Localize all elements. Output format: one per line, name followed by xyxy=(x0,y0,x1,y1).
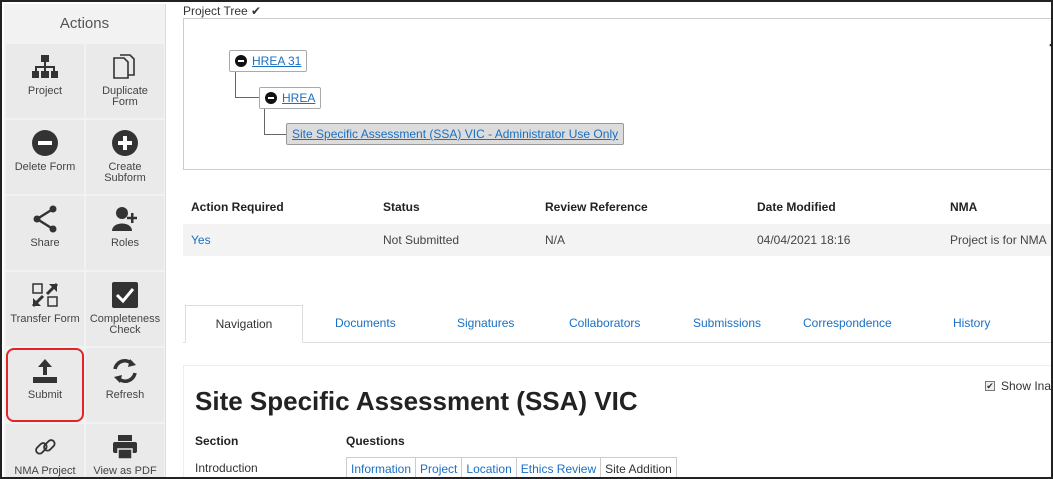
tab-signatures[interactable]: Signatures xyxy=(457,305,514,343)
section-header: Section xyxy=(195,434,239,448)
create-subform-label: Create Subform xyxy=(104,161,146,184)
header-status: Status xyxy=(383,200,420,214)
question-tab-project[interactable]: Project xyxy=(416,458,463,477)
checkbox-icon xyxy=(110,280,140,310)
view-as-pdf-button[interactable]: View as PDF xyxy=(86,424,164,477)
completeness-check-button[interactable]: Completeness Check xyxy=(86,272,164,346)
refresh-label: Refresh xyxy=(105,389,145,401)
checkbox[interactable]: ✔ xyxy=(985,381,995,391)
tree-connector xyxy=(235,72,259,98)
sidebar-title: Actions xyxy=(59,15,110,32)
transfer-form-label: Transfer Form xyxy=(10,313,80,325)
create-subform-button[interactable]: Create Subform xyxy=(86,120,164,194)
hierarchy-icon xyxy=(30,52,60,82)
link-icon xyxy=(30,432,60,462)
view-as-pdf-label: View as PDF xyxy=(93,465,157,477)
date-modified-value: 04/04/2021 18:16 xyxy=(757,233,851,247)
show-inactive-toggle[interactable]: ✔ Show Ina xyxy=(985,379,1051,393)
page-title: Site Specific Assessment (SSA) VIC xyxy=(195,386,638,416)
share-icon xyxy=(30,204,60,234)
review-reference-value: N/A xyxy=(545,233,566,247)
delete-form-button[interactable]: Delete Form xyxy=(6,120,84,194)
project-button[interactable]: Project xyxy=(6,44,84,118)
question-tab-ethics-review[interactable]: Ethics Review xyxy=(516,458,602,477)
status-value: Not Submitted xyxy=(383,233,460,247)
project-label: Project xyxy=(27,85,63,97)
delete-form-label: Delete Form xyxy=(14,161,76,173)
tab-correspondence[interactable]: Correspondence xyxy=(803,305,892,343)
completeness-check-label: Completeness Check xyxy=(89,313,161,336)
header-date-modified: Date Modified xyxy=(757,200,836,214)
share-button[interactable]: Share xyxy=(6,196,84,270)
tree-node-link[interactable]: Site Specific Assessment (SSA) VIC - Adm… xyxy=(292,127,618,141)
question-tab-information[interactable]: Information xyxy=(347,458,417,477)
nma-value: Project is for NMA xyxy=(950,233,1047,247)
show-inactive-label: Show Ina xyxy=(1001,379,1052,393)
header-action-required: Action Required xyxy=(191,200,284,214)
refresh-button[interactable]: Refresh xyxy=(86,348,164,422)
question-tabs: Information Project Location Ethics Revi… xyxy=(346,457,677,477)
tree-node-link[interactable]: HREA 31 xyxy=(252,54,301,68)
summary-row xyxy=(183,224,1051,256)
collapse-icon[interactable] xyxy=(265,92,277,104)
plus-circle-icon xyxy=(110,128,140,158)
upload-icon xyxy=(30,356,60,386)
submit-button[interactable]: Submit xyxy=(6,348,84,422)
tree-node-ssa-vic[interactable]: Site Specific Assessment (SSA) VIC - Adm… xyxy=(286,123,625,145)
nma-project-label: NMA Project xyxy=(14,465,76,477)
nma-project-button[interactable]: NMA Project xyxy=(6,424,84,477)
transfer-icon xyxy=(30,280,60,310)
tree-node-hrea[interactable]: HREA xyxy=(259,87,322,109)
roles-button[interactable]: Roles xyxy=(86,196,164,270)
tree-node-hrea-31[interactable]: HREA 31 xyxy=(229,50,308,72)
project-tree-toggle[interactable]: Project Tree ✔ xyxy=(183,4,261,18)
tab-navigation[interactable]: Navigation xyxy=(185,305,303,343)
duplicate-icon xyxy=(110,52,140,82)
duplicate-form-label: Duplicate Form xyxy=(102,85,148,108)
form-counter: 7 xyxy=(1049,41,1051,64)
duplicate-form-button[interactable]: Duplicate Form xyxy=(86,44,164,118)
project-tree-panel: HREA 31 HREA Site Specific Assessment (S… xyxy=(183,18,1051,170)
header-review-reference: Review Reference xyxy=(545,200,648,214)
transfer-form-button[interactable]: Transfer Form xyxy=(6,272,84,346)
question-tab-location[interactable]: Location xyxy=(462,458,517,477)
tab-submissions[interactable]: Submissions xyxy=(693,305,761,343)
questions-header: Questions xyxy=(346,434,405,448)
roles-label: Roles xyxy=(110,237,140,249)
submit-label: Submit xyxy=(27,389,63,401)
question-tab-site-addition[interactable]: Site Addition xyxy=(601,458,676,477)
collapse-icon[interactable] xyxy=(235,55,247,67)
printer-icon xyxy=(110,432,140,462)
section-value: Introduction xyxy=(195,461,258,475)
action-required-value[interactable]: Yes xyxy=(191,233,211,247)
tab-history[interactable]: History xyxy=(953,305,990,343)
tree-node-link[interactable]: HREA xyxy=(282,91,315,105)
app-frame: Actions Project Duplicate Form Delete Fo… xyxy=(0,0,1053,479)
actions-sidebar: Actions Project Duplicate Form Delete Fo… xyxy=(4,4,166,477)
tree-connector xyxy=(264,109,286,135)
minus-circle-icon xyxy=(30,128,60,158)
share-label: Share xyxy=(30,237,60,249)
add-user-icon xyxy=(110,204,140,234)
tab-collaborators[interactable]: Collaborators xyxy=(569,305,640,343)
header-nma: NMA xyxy=(950,200,978,214)
tab-documents[interactable]: Documents xyxy=(335,305,396,343)
refresh-icon xyxy=(110,356,140,386)
